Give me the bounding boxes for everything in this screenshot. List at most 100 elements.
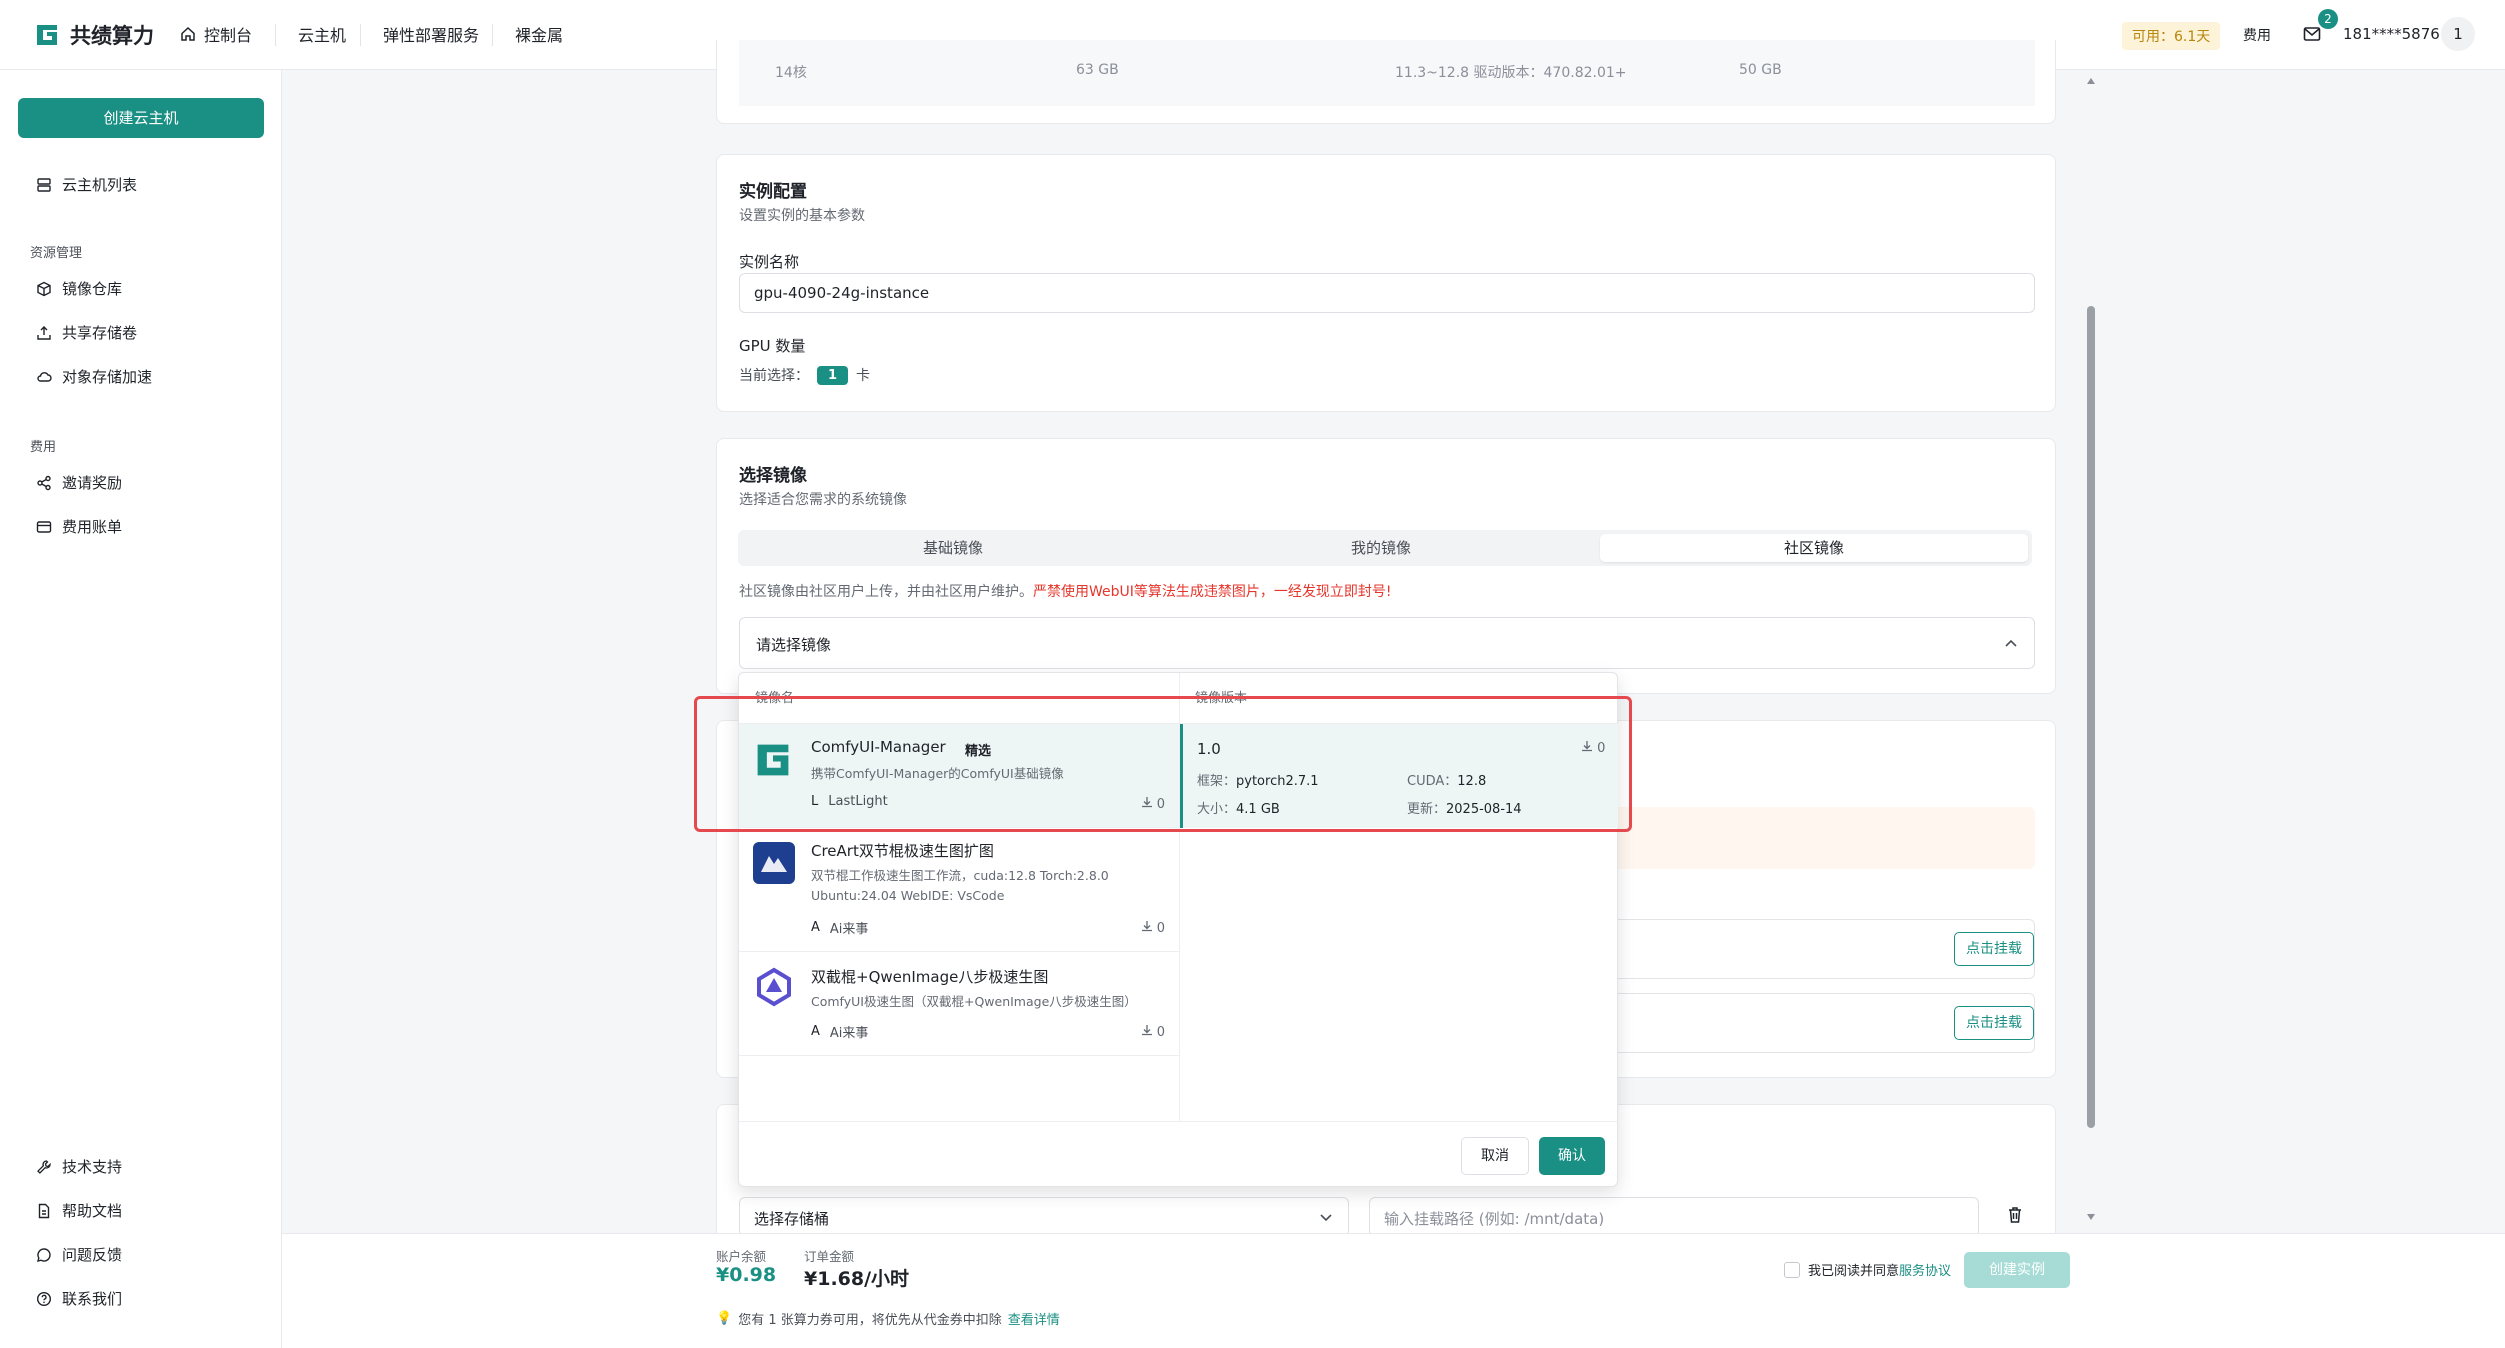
scroll-up-arrow-icon[interactable]	[2085, 76, 2097, 86]
sidebar-item-contact[interactable]: 联系我们	[36, 1288, 122, 1309]
spec-cores: 14核	[775, 65, 807, 81]
agreement: 我已阅读并同意服务协议	[1784, 1260, 1951, 1279]
gpu-count-badge: 1	[817, 365, 849, 385]
package-icon	[37, 281, 51, 296]
sidebar-item-invite[interactable]: 邀请奖励	[36, 472, 122, 493]
tab-basic-image[interactable]: 基础镜像	[742, 534, 1164, 562]
sidebar-item-label: 云主机列表	[62, 176, 138, 194]
mount-path-input[interactable]: 输入挂载路径 (例如: /mnt/data)	[1369, 1197, 1979, 1237]
spec-memory: 63 GB	[1076, 62, 1119, 78]
share-icon	[37, 475, 51, 490]
home-icon	[181, 26, 195, 41]
sidebar-item-label: 共享存储卷	[62, 324, 138, 342]
download-count: 0	[1141, 1024, 1165, 1040]
download-icon	[1141, 921, 1152, 932]
nav-divider	[275, 24, 276, 46]
trash-icon[interactable]	[2007, 1206, 2023, 1224]
confirm-button[interactable]: 确认	[1539, 1137, 1605, 1175]
page-scrollbar[interactable]	[2084, 70, 2098, 1233]
gpu-current-selection: 当前选择： 1 卡	[739, 365, 870, 385]
create-host-button[interactable]: 创建云主机	[18, 98, 264, 138]
mount-button[interactable]: 点击挂载	[1954, 1006, 2034, 1040]
avatar[interactable]: 1	[2441, 17, 2475, 51]
balance-label: 账户余额	[716, 1249, 767, 1264]
download-count-value: 0	[1156, 1025, 1165, 1040]
order-amount-value: ¥1.68/小时	[804, 1268, 910, 1290]
community-notice: 社区镜像由社区用户上传，并由社区用户维护。严禁使用WebUI等算法生成违禁图片，…	[739, 581, 1392, 601]
image-desc: 双节棍工作极速生图工作流，cuda:12.8 Torch:2.8.0	[811, 868, 1109, 883]
spec-disk: 50 GB	[1739, 62, 1782, 78]
spec-cuda: 11.3~12.8 驱动版本：470.82.01+	[1395, 65, 1627, 81]
nav-bare-metal-label: 裸金属	[515, 26, 564, 45]
download-count: 0	[1141, 920, 1165, 936]
sidebar-item-object-storage[interactable]: 对象存储加速	[36, 366, 152, 387]
help-circle-icon	[36, 1291, 52, 1306]
sidebar-item-bill[interactable]: 费用账单	[36, 516, 122, 537]
sidebar-item-shared-storage[interactable]: 共享存储卷	[36, 322, 137, 343]
sidebar-item-label: 帮助文档	[62, 1202, 123, 1220]
order-amount-label: 订单金额	[804, 1249, 855, 1264]
author-name: Ai来事	[829, 1026, 869, 1041]
balance-value: ¥0.98	[716, 1264, 777, 1286]
server-icon	[37, 177, 51, 192]
community-warning-text: 严禁使用WebUI等算法生成违禁图片，一经发现立即封号!	[1033, 584, 1392, 600]
brand-name: 共绩算力	[70, 24, 154, 48]
sidebar-group-resource: 资源管理	[30, 246, 83, 261]
coupon-notice: 💡 您有 1 张算力券可用，将优先从代金券中扣除 查看详情	[716, 1309, 1060, 1328]
user-phone[interactable]: 181****5876	[2343, 25, 2440, 43]
tab-community-image[interactable]: 社区镜像	[1600, 534, 2028, 562]
nav-elastic[interactable]: 弹性部署服务	[383, 22, 479, 46]
gpu-current-label: 当前选择：	[739, 368, 809, 384]
creart-logo-icon	[753, 842, 795, 884]
sidebar-item-image-repo[interactable]: 镜像仓库	[36, 278, 122, 299]
nav-divider	[492, 24, 493, 46]
sidebar: 创建云主机 云主机列表 资源管理 镜像仓库 共享存储卷 对象存储加速 费用 邀请…	[0, 70, 282, 1348]
instance-name-input[interactable]: gpu-4090-24g-instance	[739, 273, 2035, 313]
available-badge[interactable]: 可用：6.1天	[2122, 22, 2221, 50]
create-instance-button[interactable]: 创建实例	[1964, 1252, 2070, 1288]
scroll-down-arrow-icon[interactable]	[2085, 1212, 2097, 1222]
nav-cloud-host-label: 云主机	[298, 26, 347, 45]
sidebar-item-label: 联系我们	[62, 1290, 123, 1308]
sidebar-item-help-docs[interactable]: 帮助文档	[36, 1200, 122, 1221]
instance-config-title: 实例配置	[739, 182, 807, 202]
bucket-select[interactable]: 选择存储桶	[739, 1197, 1349, 1237]
nav-console-label: 控制台	[204, 26, 253, 45]
image-select[interactable]: 请选择镜像	[739, 617, 2035, 669]
image-desc: ComfyUI极速生图（双截棍+QwenImage八步极速生图）	[811, 994, 1137, 1009]
mail-button[interactable]	[2303, 26, 2321, 46]
sidebar-item-label: 镜像仓库	[62, 280, 123, 298]
image-desc: Ubuntu:24.04 WebIDE: VsCode	[811, 888, 1005, 903]
select-image-subtitle: 选择适合您需求的系统镜像	[739, 492, 907, 508]
sidebar-group-fee: 费用	[30, 440, 57, 455]
image-list-item[interactable]: CreArt双节棍极速生图扩图 双节棍工作极速生图工作流，cuda:12.8 T…	[739, 828, 1179, 952]
sidebar-item-tech-support[interactable]: 技术支持	[36, 1156, 122, 1177]
highlight-box	[694, 696, 1632, 832]
chevron-up-icon	[2005, 639, 2017, 647]
nav-bare-metal[interactable]: 裸金属	[515, 22, 563, 46]
scrollbar-thumb[interactable]	[2087, 306, 2095, 1128]
sidebar-item-feedback[interactable]: 问题反馈	[36, 1244, 122, 1265]
cancel-button[interactable]: 取消	[1461, 1137, 1529, 1175]
sidebar-item-host-list[interactable]: 云主机列表	[36, 174, 137, 195]
nav-console[interactable]: 控制台	[180, 22, 252, 46]
coupon-text: 您有 1 张算力券可用，将优先从代金券中扣除	[738, 1313, 1002, 1328]
author-avatar: A	[811, 920, 820, 935]
mount-button[interactable]: 点击挂载	[1954, 932, 2034, 966]
agree-checkbox[interactable]	[1784, 1261, 1800, 1278]
coupon-detail-link[interactable]: 查看详情	[1008, 1309, 1060, 1328]
nav-cloud-host[interactable]: 云主机	[298, 22, 346, 46]
wrench-icon	[37, 1159, 51, 1174]
bulb-icon: 💡	[716, 1311, 733, 1326]
agree-text: 我已阅读并同意服务协议	[1808, 1260, 1951, 1279]
service-agreement-link[interactable]: 服务协议	[1899, 1264, 1951, 1279]
gpu-spec-row[interactable]: 14核 63 GB 11.3~12.8 驱动版本：470.82.01+ 50 G…	[739, 40, 2035, 106]
image-list-item[interactable]: 双截棍+QwenImage八步极速生图 ComfyUI极速生图（双截棍+Qwen…	[739, 952, 1179, 1056]
tab-my-image[interactable]: 我的镜像	[1170, 534, 1592, 562]
fee-link[interactable]: 费用	[2243, 25, 2271, 45]
brand-logo[interactable]: 共绩算力	[34, 20, 154, 50]
brand-logo-icon	[37, 25, 57, 45]
image-name: 双截棍+QwenImage八步极速生图	[811, 968, 1049, 986]
instance-config-card: 实例配置 设置实例的基本参数 实例名称 gpu-4090-24g-instanc…	[716, 154, 2056, 412]
image-name: CreArt双节棍极速生图扩图	[811, 842, 994, 860]
